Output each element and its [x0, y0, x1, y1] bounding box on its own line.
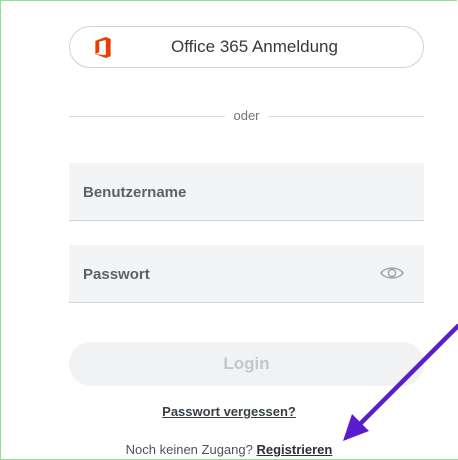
password-field-container [69, 245, 424, 303]
page-frame [0, 0, 457, 459]
divider-line-right [268, 116, 424, 117]
login-button[interactable]: Login [69, 342, 424, 386]
office-365-label: Office 365 Anmeldung [171, 37, 338, 56]
office-365-login-button[interactable]: Office 365 Anmeldung [69, 26, 424, 68]
login-button-label: Login [223, 354, 270, 373]
register-link[interactable]: Registrieren [256, 442, 332, 457]
eye-icon[interactable] [380, 265, 404, 281]
no-account-text: Noch keinen Zugang? Registrieren [0, 442, 458, 457]
no-account-prefix: Noch keinen Zugang? [125, 442, 253, 457]
username-input[interactable] [81, 163, 385, 221]
password-input[interactable] [81, 245, 385, 303]
divider-label: oder [233, 108, 260, 123]
divider-line-left [69, 116, 225, 117]
forgot-password-link[interactable]: Passwort vergessen? [0, 404, 458, 419]
username-field-container [69, 163, 424, 221]
